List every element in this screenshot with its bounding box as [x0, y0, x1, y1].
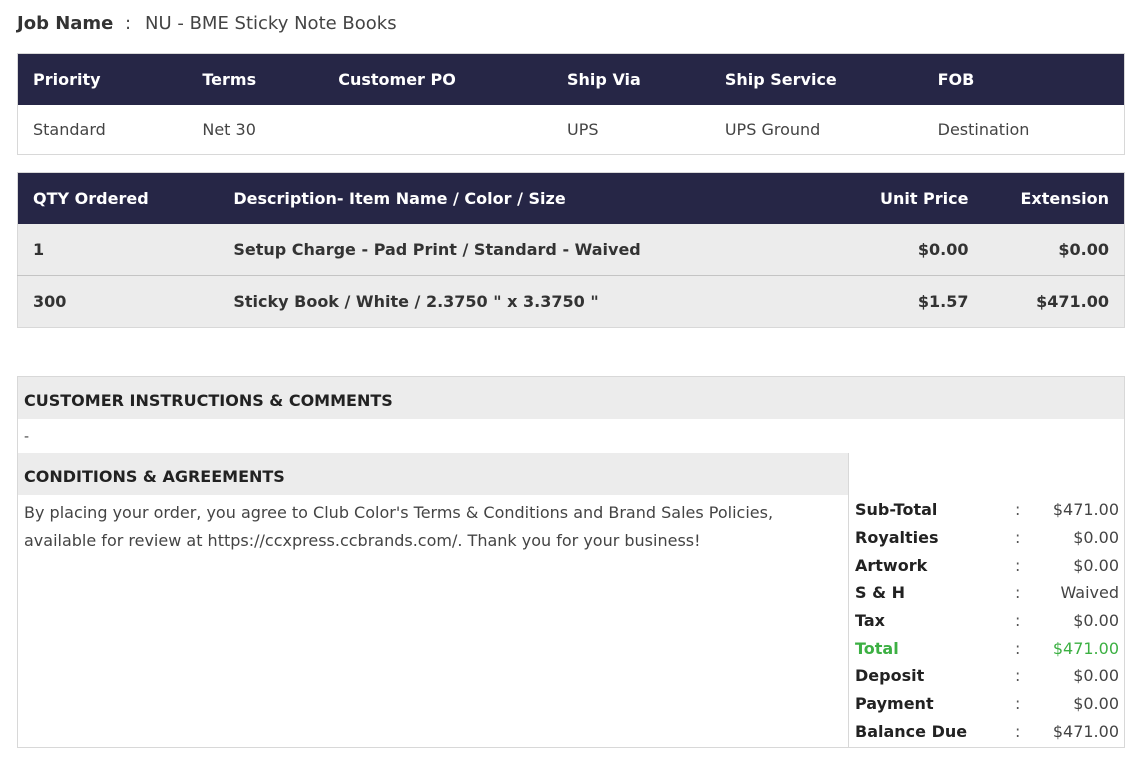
customer-instructions-header: CUSTOMER INSTRUCTIONS & COMMENTS: [18, 377, 1124, 419]
totals-label: Payment: [855, 693, 934, 713]
totals-row-total: Total : $471.00: [855, 634, 1119, 662]
item-extension: $471.00: [983, 275, 1125, 328]
header-terms: Terms: [187, 53, 324, 105]
totals-row-artwork: Artwork : $0.00: [855, 551, 1119, 579]
totals-label: Total: [855, 638, 899, 658]
totals-colon: :: [1015, 582, 1021, 602]
totals-panel: Sub-Total : $471.00 Royalties : $0.00 Ar…: [848, 453, 1125, 747]
customer-instructions-text: -: [24, 429, 30, 445]
item-description: Setup Charge - Pad Print / Standard - Wa…: [218, 224, 809, 276]
table-row: 300 Sticky Book / White / 2.3750 " x 3.3…: [17, 275, 1125, 328]
order-info-value-row: Standard Net 30 UPS UPS Ground Destinati…: [17, 105, 1125, 155]
totals-value: $471.00: [1052, 499, 1119, 519]
value-ship-via: UPS: [552, 105, 710, 155]
conditions-text: By placing your order, you agree to Club…: [24, 503, 774, 550]
header-qty: QTY Ordered: [17, 172, 219, 224]
totals-colon: :: [1015, 527, 1021, 547]
totals-value: $471.00: [1052, 721, 1119, 741]
totals-label: Tax: [855, 610, 885, 630]
totals-row-deposit: Deposit : $0.00: [855, 661, 1119, 689]
job-name-colon: :: [125, 12, 132, 34]
totals-value: $0.00: [1073, 610, 1119, 630]
totals-row-subtotal: Sub-Total : $471.00: [855, 495, 1119, 523]
totals-row-royalties: Royalties : $0.00: [855, 523, 1119, 551]
header-description: Description- Item Name / Color / Size: [218, 172, 809, 224]
order-info-table: Priority Terms Customer PO Ship Via Ship…: [17, 53, 1125, 155]
totals-label: Deposit: [855, 665, 925, 685]
totals-value: $471.00: [1052, 638, 1119, 658]
totals-colon: :: [1015, 555, 1021, 575]
totals-row-shipping: S & H : Waived: [855, 578, 1119, 606]
conditions-header: CONDITIONS & AGREEMENTS: [18, 453, 848, 495]
totals-value: $0.00: [1073, 555, 1119, 575]
totals-label: Artwork: [855, 555, 928, 575]
totals-label: Sub-Total: [855, 499, 938, 519]
header-ship-via: Ship Via: [552, 53, 710, 105]
totals-colon: :: [1015, 638, 1021, 658]
totals-row-balance-due: Balance Due : $471.00: [855, 717, 1119, 745]
header-ship-service: Ship Service: [709, 53, 923, 105]
totals-value: $0.00: [1073, 665, 1119, 685]
value-priority: Standard: [17, 105, 188, 155]
value-customer-po: [323, 105, 553, 155]
job-name-row: Job Name : NU - BME Sticky Note Books: [17, 10, 397, 36]
line-items-header-row: QTY Ordered Description- Item Name / Col…: [17, 172, 1125, 224]
header-priority: Priority: [17, 53, 188, 105]
item-unit-price: $1.57: [808, 275, 984, 328]
conditions-title: CONDITIONS & AGREEMENTS: [24, 467, 285, 486]
totals-row-tax: Tax : $0.00: [855, 606, 1119, 634]
item-extension: $0.00: [983, 224, 1125, 276]
order-info-header-row: Priority Terms Customer PO Ship Via Ship…: [17, 53, 1125, 105]
value-terms: Net 30: [187, 105, 324, 155]
totals-colon: :: [1015, 693, 1021, 713]
totals-value: Waived: [1060, 582, 1119, 602]
customer-instructions-title: CUSTOMER INSTRUCTIONS & COMMENTS: [24, 391, 393, 410]
header-extension: Extension: [983, 172, 1125, 224]
header-unit-price: Unit Price: [808, 172, 984, 224]
totals-value: $0.00: [1073, 527, 1119, 547]
job-name-label: Job Name: [17, 12, 114, 34]
item-qty: 300: [17, 275, 219, 328]
header-customer-po: Customer PO: [323, 53, 553, 105]
line-items-table: QTY Ordered Description- Item Name / Col…: [17, 172, 1125, 328]
value-fob: Destination: [922, 105, 1125, 155]
totals-colon: :: [1015, 721, 1021, 741]
header-fob: FOB: [922, 53, 1125, 105]
table-row: 1 Setup Charge - Pad Print / Standard - …: [17, 224, 1125, 276]
totals-label: Royalties: [855, 527, 939, 547]
totals-row-payment: Payment : $0.00: [855, 689, 1119, 717]
comments-and-totals-box: CUSTOMER INSTRUCTIONS & COMMENTS - CONDI…: [17, 376, 1125, 748]
totals-colon: :: [1015, 610, 1021, 630]
totals-colon: :: [1015, 499, 1021, 519]
item-unit-price: $0.00: [808, 224, 984, 276]
totals-label: S & H: [855, 582, 906, 602]
totals-colon: :: [1015, 665, 1021, 685]
totals-value: $0.00: [1073, 693, 1119, 713]
item-qty: 1: [17, 224, 219, 276]
job-name-value: NU - BME Sticky Note Books: [145, 12, 397, 34]
totals-label: Balance Due: [855, 721, 968, 741]
value-ship-service: UPS Ground: [709, 105, 923, 155]
item-description: Sticky Book / White / 2.3750 " x 3.3750 …: [218, 275, 809, 328]
